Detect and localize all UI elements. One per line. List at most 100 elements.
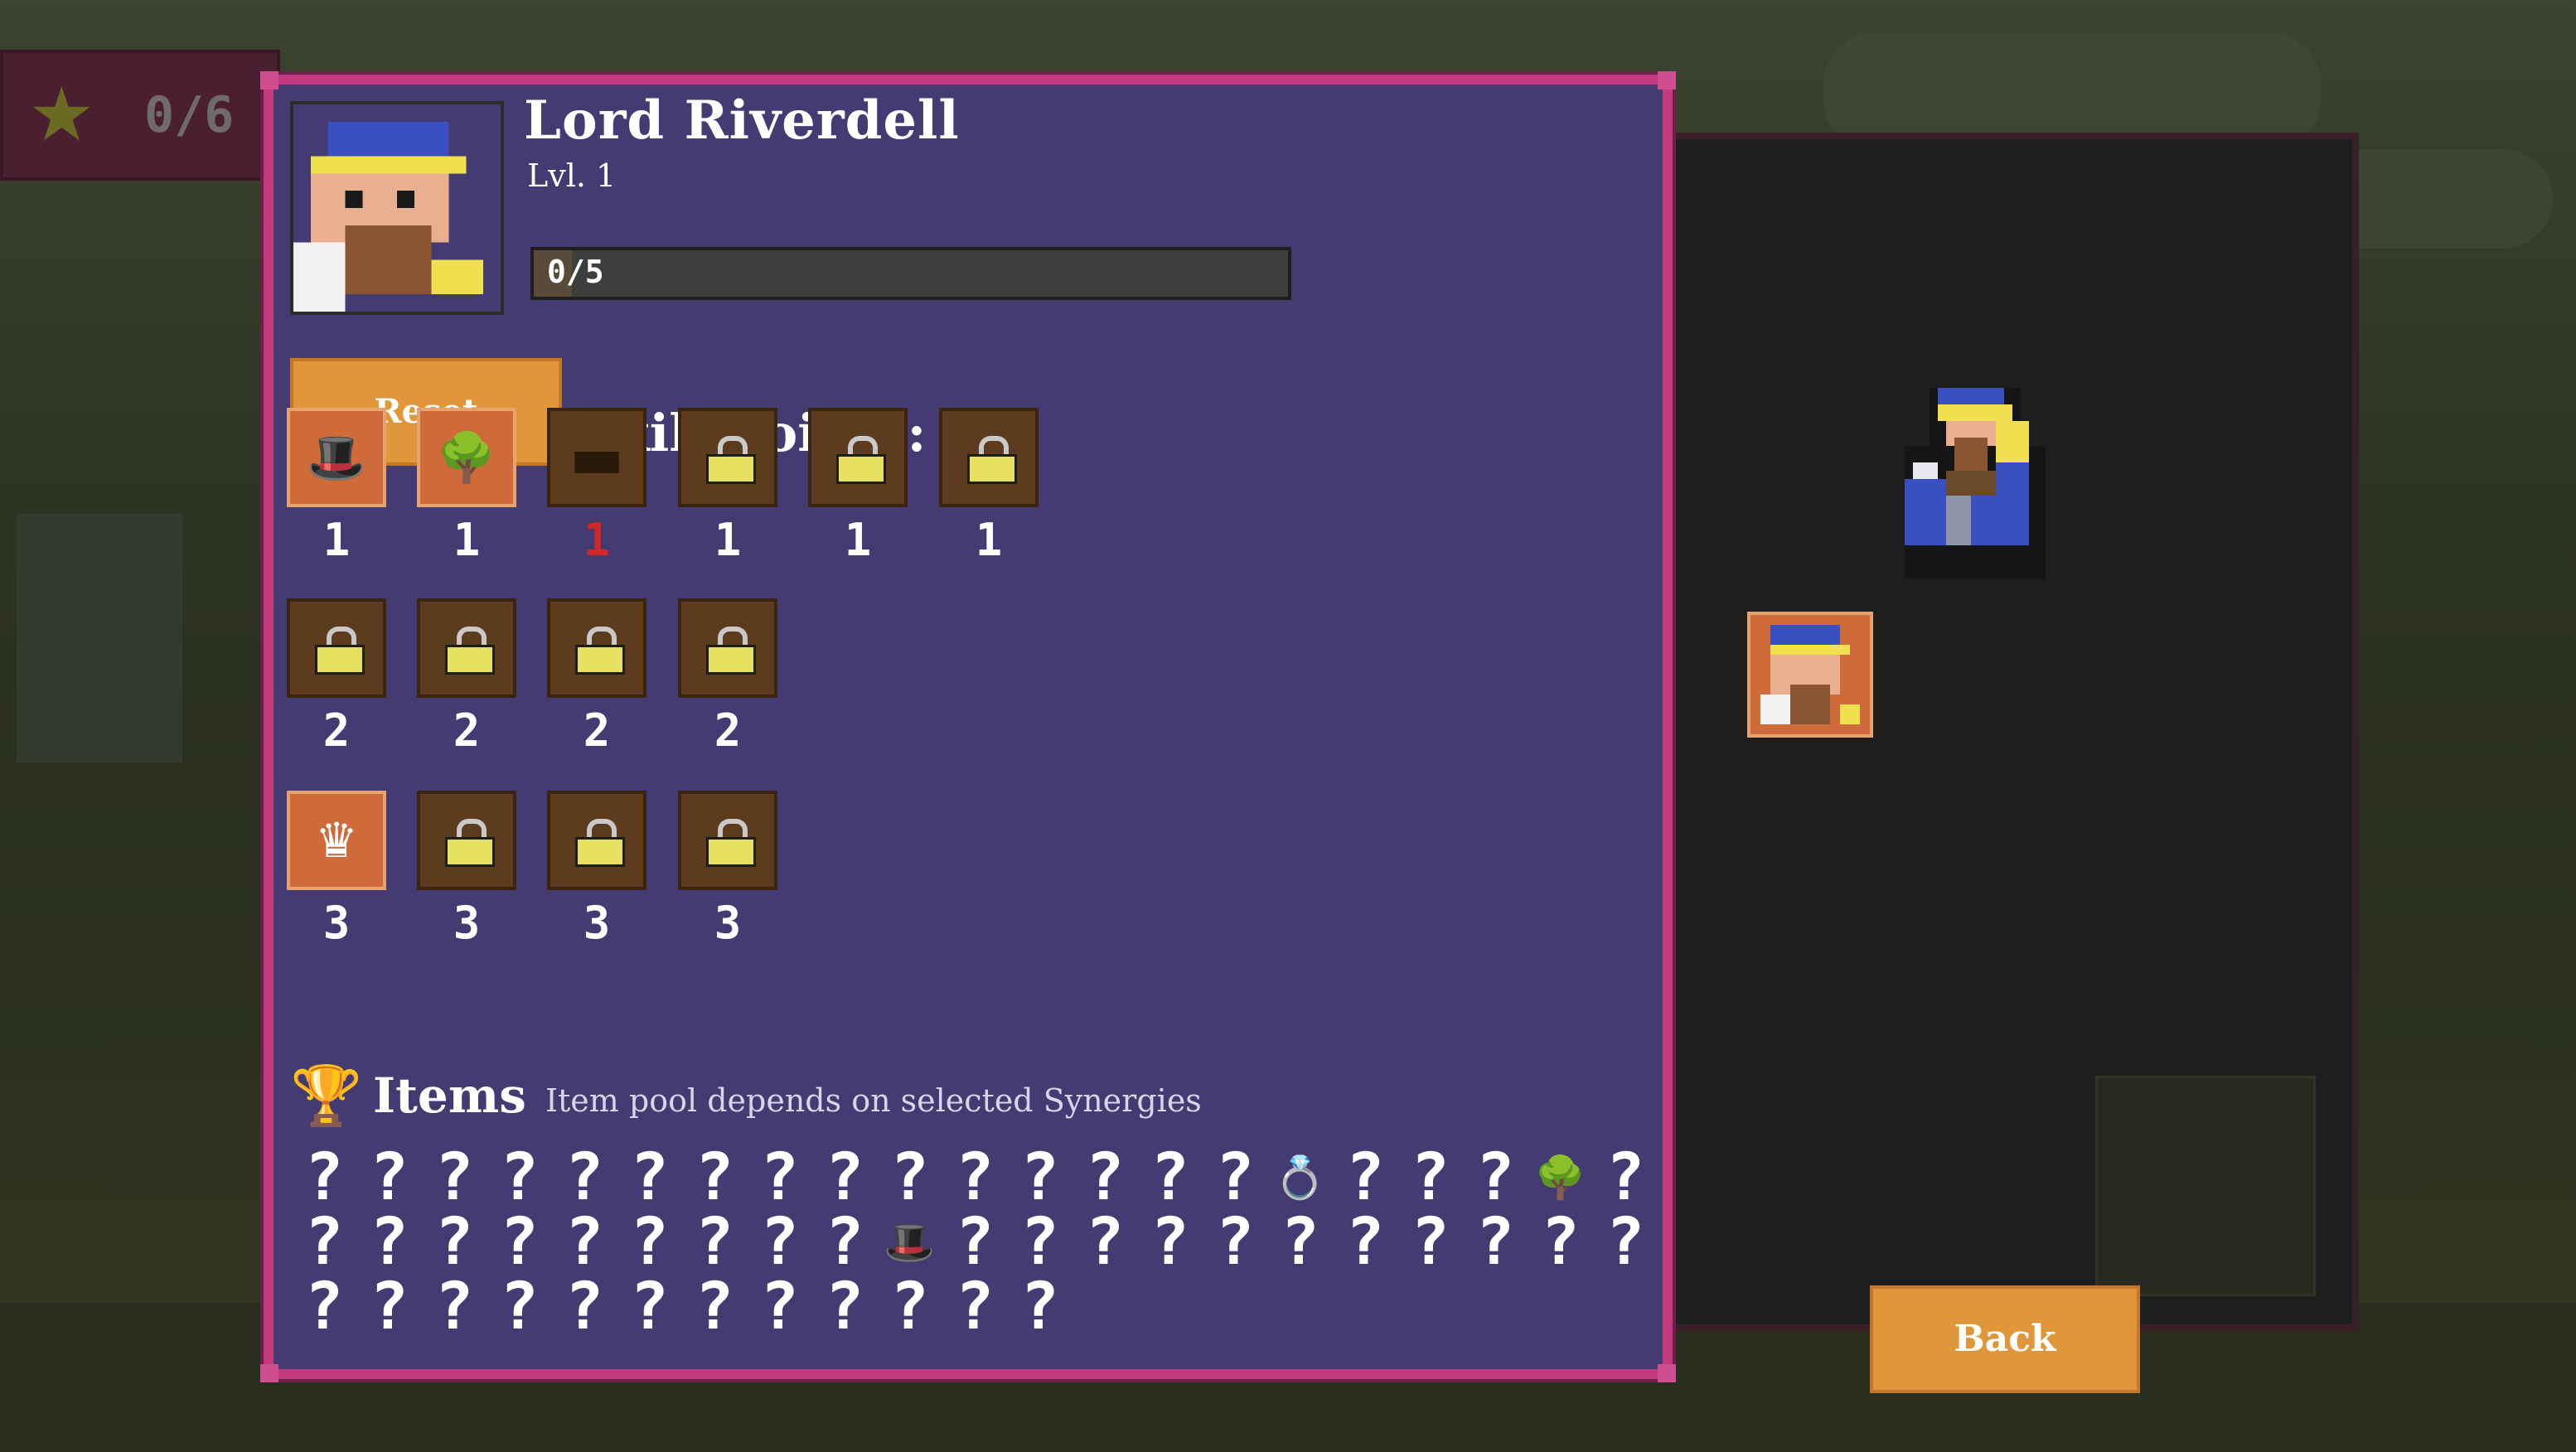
skill-slot[interactable] — [547, 791, 646, 890]
skill-slot[interactable]: ▬ — [547, 408, 646, 507]
tree-item-icon[interactable]: 🌳 — [1528, 1145, 1593, 1210]
lock-icon — [706, 819, 756, 867]
unknown-item-icon[interactable]: ? — [748, 1275, 812, 1339]
lock-icon — [706, 436, 756, 484]
crown-icon: ♛ — [315, 812, 358, 869]
unknown-item-icon[interactable]: ? — [1008, 1275, 1073, 1339]
unknown-item-icon[interactable]: ? — [552, 1275, 617, 1339]
unknown-item-icon[interactable]: ? — [1073, 1210, 1137, 1275]
back-button[interactable]: Back — [1870, 1285, 2140, 1393]
lock-icon — [575, 627, 625, 675]
unknown-item-icon[interactable]: ? — [552, 1145, 617, 1210]
unknown-item-icon[interactable]: ? — [1073, 1145, 1137, 1210]
unknown-item-icon[interactable]: ? — [1593, 1210, 1658, 1275]
unknown-item-icon[interactable]: ? — [878, 1275, 942, 1339]
items-subtitle: Item pool depends on selected Synergies — [545, 1082, 1202, 1119]
unknown-item-icon[interactable]: ? — [357, 1210, 422, 1275]
skill-slot[interactable] — [678, 598, 777, 698]
top-counter: ★ 0/6 — [0, 50, 280, 181]
unknown-item-icon[interactable]: ? — [1138, 1145, 1203, 1210]
unknown-item-icon[interactable]: ? — [878, 1145, 942, 1210]
unknown-item-icon[interactable]: ? — [292, 1210, 356, 1275]
unknown-item-icon[interactable]: ? — [1398, 1210, 1463, 1275]
unknown-item-icon[interactable]: ? — [812, 1210, 877, 1275]
unknown-item-icon[interactable]: ? — [487, 1210, 552, 1275]
xp-bar: 0/5 — [530, 247, 1291, 300]
skill-slot[interactable] — [808, 408, 908, 507]
counter-value: 0/6 — [144, 86, 235, 144]
hero-portrait — [290, 101, 504, 315]
unknown-item-icon[interactable]: ? — [1398, 1145, 1463, 1210]
unknown-item-icon[interactable]: ? — [552, 1210, 617, 1275]
hero-portrait-small[interactable] — [1747, 612, 1873, 738]
unknown-item-icon[interactable]: ? — [1268, 1210, 1333, 1275]
unknown-item-icon[interactable]: ? — [617, 1145, 682, 1210]
hero-preview-panel — [1649, 133, 2359, 1331]
unknown-item-icon[interactable]: ? — [1593, 1145, 1658, 1210]
unknown-item-icon[interactable]: ? — [682, 1210, 747, 1275]
unknown-item-icon[interactable]: ? — [487, 1145, 552, 1210]
unknown-item-icon[interactable]: ? — [1528, 1210, 1593, 1275]
skill-slot[interactable]: 🎩 — [287, 408, 386, 507]
skill-cost: 2 — [322, 704, 351, 757]
unknown-item-icon[interactable]: ? — [1463, 1145, 1528, 1210]
unknown-item-icon[interactable]: ? — [682, 1275, 747, 1339]
unknown-item-icon[interactable]: ? — [1463, 1210, 1528, 1275]
skill-slot[interactable] — [678, 408, 777, 507]
unknown-item-icon[interactable]: ? — [812, 1145, 877, 1210]
skill-cost: 3 — [583, 897, 611, 949]
unknown-item-icon[interactable]: ? — [1333, 1210, 1397, 1275]
unknown-item-icon[interactable]: ? — [812, 1275, 877, 1339]
skill-cost: 1 — [975, 514, 1003, 566]
hat-item-icon[interactable]: 🎩 — [878, 1210, 942, 1275]
skill-slot[interactable] — [287, 598, 386, 698]
skill-cost: 3 — [453, 897, 481, 949]
skill-slot[interactable]: ♛ — [287, 791, 386, 890]
skill-slot[interactable] — [547, 598, 646, 698]
hero-sprite — [1905, 388, 2046, 578]
trophy-icon: 🏆 — [290, 1062, 363, 1130]
unknown-item-icon[interactable]: ? — [1138, 1210, 1203, 1275]
unknown-item-icon[interactable]: ? — [748, 1145, 812, 1210]
xp-bar-text: 0/5 — [547, 254, 604, 290]
skill-slot[interactable] — [678, 791, 777, 890]
skill-slot[interactable] — [417, 791, 516, 890]
skill-cost: 3 — [322, 897, 351, 949]
unknown-item-icon[interactable]: ? — [942, 1275, 1007, 1339]
unknown-item-icon[interactable]: ? — [682, 1145, 747, 1210]
skill-cost: 2 — [714, 704, 742, 757]
unknown-item-icon[interactable]: ? — [1008, 1145, 1073, 1210]
unknown-item-icon[interactable]: ? — [617, 1210, 682, 1275]
unknown-item-icon[interactable]: ? — [1203, 1210, 1267, 1275]
unknown-item-icon[interactable]: ? — [942, 1145, 1007, 1210]
skill-slot[interactable]: 🌳 — [417, 408, 516, 507]
unknown-item-icon[interactable]: ? — [1008, 1210, 1073, 1275]
hero-level: Lvl. 1 — [527, 157, 617, 194]
unknown-item-icon[interactable]: ? — [748, 1210, 812, 1275]
unknown-item-icon[interactable]: ? — [422, 1275, 487, 1339]
ring-item-icon[interactable]: 💍 — [1268, 1145, 1333, 1210]
unknown-item-icon[interactable]: ? — [1203, 1145, 1267, 1210]
unknown-item-icon[interactable]: ? — [617, 1275, 682, 1339]
item-pool-grid: ??????????????? 💍??? 🌳?????????? 🎩?????????… — [292, 1145, 1659, 1339]
castle-silhouette — [17, 514, 182, 762]
unknown-item-icon[interactable]: ? — [357, 1275, 422, 1339]
lock-icon — [967, 436, 1017, 484]
lock-icon — [445, 819, 495, 867]
skill-cost: 1 — [322, 514, 351, 566]
unknown-item-icon[interactable]: ? — [422, 1145, 487, 1210]
lock-icon — [315, 627, 365, 675]
unknown-item-icon[interactable]: ? — [422, 1210, 487, 1275]
unknown-item-icon[interactable]: ? — [292, 1275, 356, 1339]
ghost-portrait — [2095, 1076, 2316, 1296]
unknown-item-icon[interactable]: ? — [292, 1145, 356, 1210]
skill-slot[interactable] — [939, 408, 1039, 507]
skill-cost: 1 — [844, 514, 872, 566]
unknown-item-icon[interactable]: ? — [487, 1275, 552, 1339]
skill-slot[interactable] — [417, 598, 516, 698]
tree-icon: 🌳 — [436, 429, 497, 486]
chest-icon: ▬ — [569, 424, 625, 491]
unknown-item-icon[interactable]: ? — [942, 1210, 1007, 1275]
unknown-item-icon[interactable]: ? — [357, 1145, 422, 1210]
unknown-item-icon[interactable]: ? — [1333, 1145, 1397, 1210]
